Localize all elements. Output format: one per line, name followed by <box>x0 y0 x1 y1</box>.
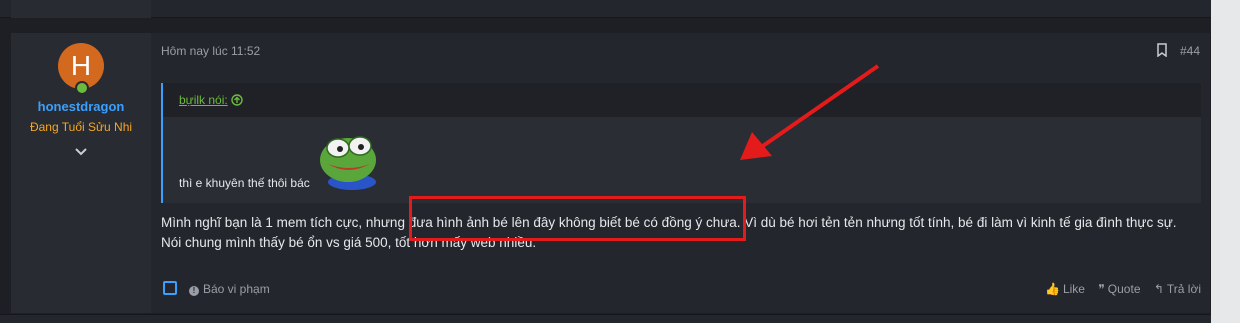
arrow-up-circle-icon[interactable] <box>231 94 243 106</box>
annotation-highlight-box <box>409 196 746 241</box>
username-link[interactable]: honestdragon <box>11 99 151 114</box>
quote-author-label: bựilk nói: <box>179 93 228 107</box>
like-label: Like <box>1062 282 1085 296</box>
report-link[interactable]: ! Báo vi phạm <box>189 282 270 296</box>
chevron-down-icon[interactable] <box>74 145 88 159</box>
post-actions: 👍 Like ❞ Quote ↰ Trả lời <box>1035 282 1201 296</box>
reply-icon: ↰ <box>1153 282 1164 296</box>
previous-post-strip <box>0 0 1211 18</box>
pepe-frog-sticker <box>320 136 376 190</box>
online-status-icon <box>75 81 89 95</box>
select-checkbox[interactable] <box>163 281 177 295</box>
reply-label: Trả lời <box>1166 282 1201 296</box>
page-scroll-edge <box>1211 0 1240 323</box>
quote-author-link[interactable]: bựilk nói: <box>179 93 243 107</box>
quote-header: bựilk nói: <box>163 83 1201 117</box>
bookmark-icon[interactable] <box>1155 43 1169 57</box>
user-column: H honestdragon Đang Tuổi Sửu Nhi <box>11 33 151 313</box>
post-number[interactable]: #44 <box>1180 44 1200 58</box>
quote-icon: ❞ <box>1098 282 1105 296</box>
next-post-strip <box>0 314 1211 323</box>
info-icon: ! <box>189 286 199 296</box>
quote-text: thì e khuyên thế thôi bác <box>179 176 310 190</box>
quote-button[interactable]: ❞ Quote <box>1098 282 1140 296</box>
like-button[interactable]: 👍 Like <box>1045 282 1085 296</box>
post-footer: ! Báo vi phạm 👍 Like ❞ Quote ↰ Trả lời <box>161 280 1201 300</box>
thumbs-up-icon: 👍 <box>1045 282 1060 296</box>
post-timestamp[interactable]: Hôm nay lúc 11:52 <box>161 44 260 58</box>
reply-button[interactable]: ↰ Trả lời <box>1154 282 1201 296</box>
quote-label: Quote <box>1107 282 1141 296</box>
user-title: Đang Tuổi Sửu Nhi <box>29 120 133 134</box>
report-label: Báo vi phạm <box>203 282 270 296</box>
previous-post-user-col <box>11 0 151 18</box>
post-main: Hôm nay lúc 11:52 #44 bựilk nói: thì e k… <box>151 33 1210 313</box>
quote-block: bựilk nói: thì e khuyên thế thôi bác <box>161 83 1201 203</box>
forum-post: H honestdragon Đang Tuổi Sửu Nhi Hôm nay… <box>11 33 1210 313</box>
